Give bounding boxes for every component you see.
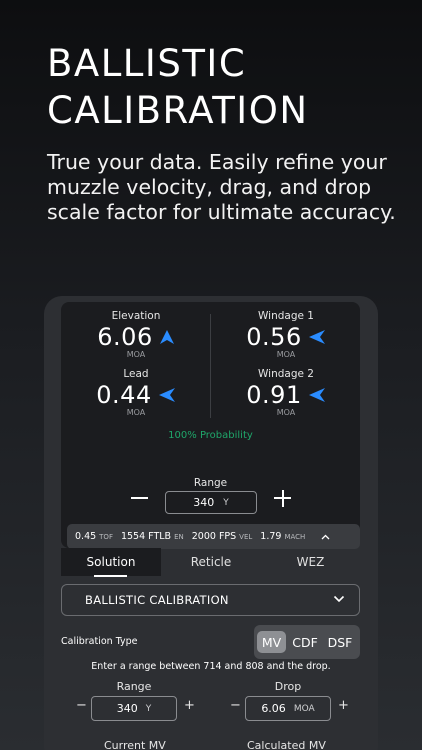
energy-value: 1554 FTLB <box>120 531 172 542</box>
windage2-unit: MOA <box>276 408 296 417</box>
calculated-mv-label: Calculated MV <box>247 739 326 750</box>
arrow-left-icon <box>158 388 175 402</box>
cal-range-label: Range <box>116 680 152 693</box>
cal-drop-label: Drop <box>274 680 302 693</box>
lead-value: 0.44 <box>96 381 152 409</box>
mach-unit: MACH <box>284 532 306 541</box>
range-input[interactable]: 340 Y <box>165 491 257 514</box>
plus-icon-vertical <box>281 489 284 507</box>
cal-range-unit: Y <box>145 703 152 714</box>
calibration-instructions: Enter a range between 714 and 808 and th… <box>91 661 331 672</box>
tab-solution[interactable]: Solution <box>61 555 161 569</box>
solution-panel: Elevation 6.06 MOA Windage 1 0.56 MOA Le… <box>61 302 360 549</box>
tof-unit: TOF <box>99 532 113 541</box>
windage2-label: Windage 2 <box>258 368 314 380</box>
tab-indicator <box>94 575 127 577</box>
cal-drop-input[interactable]: 6.06 MOA <box>245 696 331 721</box>
calibration-type-selector: MV CDF DSF <box>254 625 360 659</box>
windage1-label: Windage 1 <box>258 310 314 322</box>
windage1-unit: MOA <box>276 350 296 359</box>
headline: BALLISTIC CALIBRATION <box>47 42 309 132</box>
cal-drop-increment-button[interactable]: + <box>338 698 349 713</box>
lead-label: Lead <box>123 368 149 380</box>
windage1-value: 0.56 <box>246 323 302 351</box>
minus-icon <box>131 497 148 499</box>
mode-dropdown[interactable]: BALLISTIC CALIBRATION <box>61 584 360 616</box>
cal-drop-decrement-button[interactable]: − <box>230 698 241 713</box>
app-screen: Elevation 6.06 MOA Windage 1 0.56 MOA Le… <box>44 296 378 750</box>
arrow-up-icon <box>159 330 174 344</box>
option-dsf[interactable]: DSF <box>323 631 357 653</box>
windage1-readout: Windage 1 0.56 MOA <box>226 310 346 359</box>
chevron-down-icon <box>333 595 345 603</box>
chevron-up-icon[interactable] <box>321 534 330 540</box>
cal-drop-value: 6.06 <box>261 702 286 715</box>
panel-divider <box>210 314 211 418</box>
range-value: 340 <box>193 496 215 509</box>
range-decrement-button[interactable] <box>123 486 155 512</box>
windage2-value: 0.91 <box>246 381 302 409</box>
tof-value: 0.45 <box>75 531 97 542</box>
lead-unit: MOA <box>126 408 146 417</box>
tab-reticle[interactable]: Reticle <box>161 555 261 569</box>
cal-range-value: 340 <box>116 702 138 715</box>
energy-unit: EN <box>174 532 184 541</box>
tab-wez[interactable]: WEZ <box>261 555 360 569</box>
arrow-left-icon <box>308 388 325 402</box>
stats-bar[interactable]: 0.45 TOF 1554 FTLB EN 2000 FPS VEL 1.79 MACH <box>67 524 360 549</box>
windage2-readout: Windage 2 0.91 MOA <box>226 368 346 417</box>
cal-range-decrement-button[interactable]: − <box>76 698 87 713</box>
cal-range-input[interactable]: 340 Y <box>91 696 177 721</box>
range-unit: Y <box>223 497 229 508</box>
arrow-left-icon <box>308 330 325 344</box>
elevation-label: Elevation <box>111 310 161 322</box>
subheadline: True your data. Easily refine your muzzl… <box>47 150 396 224</box>
cal-drop-unit: MOA <box>293 703 315 714</box>
current-mv-label: Current MV <box>104 739 166 750</box>
velocity-unit: VEL <box>239 532 253 541</box>
option-cdf[interactable]: CDF <box>289 631 321 653</box>
velocity-value: 2000 FPS <box>191 531 237 542</box>
dropdown-value: BALLISTIC CALIBRATION <box>85 593 229 607</box>
lead-readout: Lead 0.44 MOA <box>76 368 196 417</box>
probability-text: 100% Probability <box>168 430 253 441</box>
tab-bar: Solution Reticle WEZ <box>61 548 360 578</box>
calibration-type-label: Calibration Type <box>61 636 138 647</box>
elevation-unit: MOA <box>126 350 146 359</box>
cal-range-increment-button[interactable]: + <box>184 698 195 713</box>
mach-value: 1.79 <box>260 531 282 542</box>
range-label: Range <box>193 477 228 489</box>
option-mv[interactable]: MV <box>257 631 286 653</box>
elevation-readout: Elevation 6.06 MOA <box>76 310 196 359</box>
elevation-value: 6.06 <box>97 323 153 351</box>
